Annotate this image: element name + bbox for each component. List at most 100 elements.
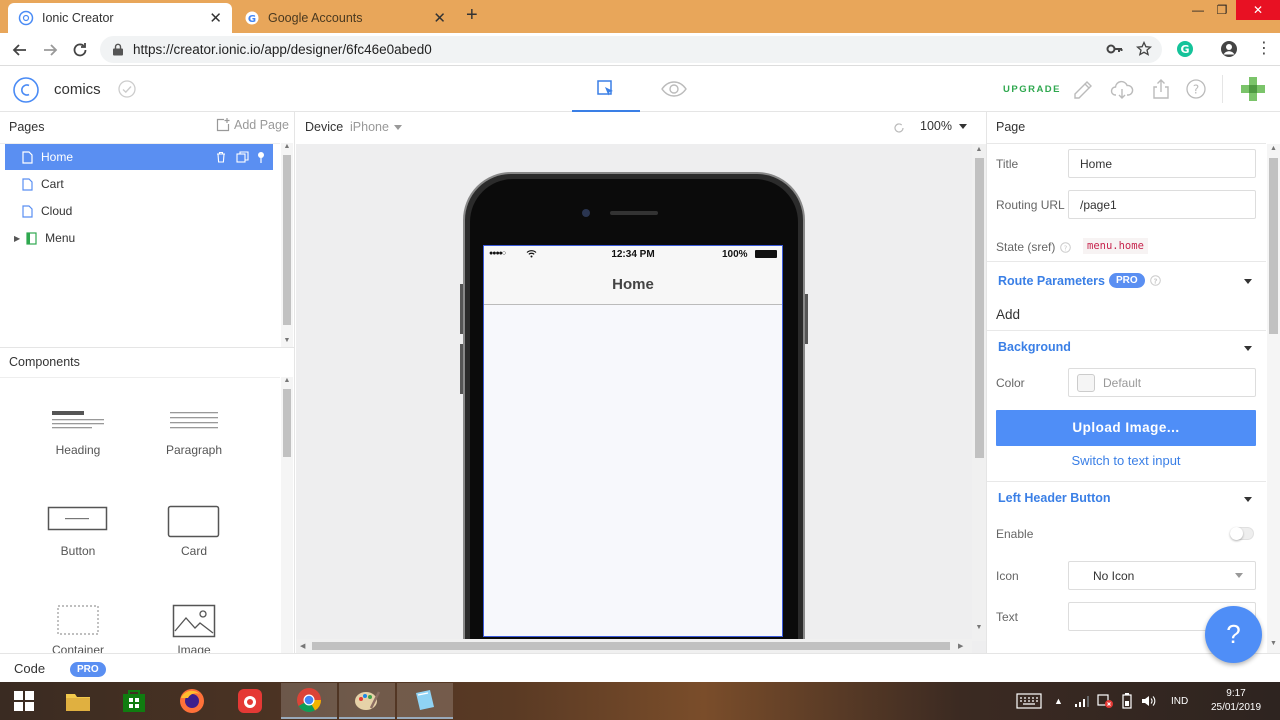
scroll-down-icon[interactable]: ▼: [972, 624, 986, 631]
volume-icon[interactable]: [1141, 682, 1157, 720]
code-tab[interactable]: Code: [14, 661, 45, 676]
canvas-hscrollbar[interactable]: ◀ ▶: [296, 639, 972, 653]
pages-scrollbar[interactable]: ▲ ▼: [281, 143, 293, 348]
url-text[interactable]: https://creator.ionic.io/app/designer/6f…: [133, 42, 432, 57]
close-icon[interactable]: ✕: [209, 9, 222, 27]
tray-expand-icon[interactable]: ▲: [1054, 682, 1063, 720]
info-icon[interactable]: ?: [1060, 241, 1072, 253]
scroll-up-icon[interactable]: ▲: [1267, 145, 1280, 152]
chrome-icon[interactable]: [281, 683, 337, 719]
network-signal-icon[interactable]: [1074, 682, 1090, 720]
scroll-up-icon[interactable]: ▲: [281, 143, 293, 150]
canvas-hscroll-thumb[interactable]: [312, 642, 950, 650]
color-swatch[interactable]: [1077, 373, 1095, 392]
pages-scroll-thumb[interactable]: [283, 155, 291, 325]
device-select[interactable]: iPhone: [350, 120, 402, 134]
page-item-cloud[interactable]: Cloud: [5, 198, 273, 224]
chevron-down-icon[interactable]: [1244, 279, 1252, 284]
clock[interactable]: 9:17 25/01/2019: [1205, 682, 1267, 720]
windows-start-icon[interactable]: [0, 683, 48, 719]
color-input[interactable]: Default: [1068, 368, 1256, 397]
component-container[interactable]: Container: [23, 604, 133, 653]
chevron-down-icon[interactable]: [1244, 497, 1252, 502]
properties-scrollbar[interactable]: ▲ ▼: [1267, 144, 1280, 653]
share-upload-icon[interactable]: [1151, 78, 1171, 100]
phone-page-title[interactable]: Home: [484, 276, 782, 293]
left-header-button-header[interactable]: Left Header Button: [998, 491, 1111, 505]
ionic-logo-icon[interactable]: [12, 76, 40, 104]
design-mode-tab[interactable]: [572, 67, 640, 112]
components-scroll-thumb[interactable]: [283, 389, 291, 457]
rotate-icon[interactable]: [893, 122, 905, 134]
cloud-download-icon[interactable]: [1110, 79, 1134, 101]
scroll-up-icon[interactable]: ▲: [972, 146, 986, 153]
user-avatar-icon[interactable]: [1240, 76, 1266, 102]
floating-help-button[interactable]: ?: [1205, 606, 1262, 663]
canvas-vscrollbar[interactable]: ▲ ▼: [972, 144, 986, 641]
forward-icon[interactable]: [40, 40, 60, 60]
info-icon[interactable]: ?: [1149, 275, 1161, 286]
page-item-home[interactable]: Home: [5, 144, 273, 170]
expand-arrow-icon[interactable]: ▶: [14, 234, 20, 243]
component-heading[interactable]: Heading: [23, 408, 133, 457]
title-input[interactable]: Home: [1068, 149, 1256, 178]
restore-button[interactable]: ❐: [1212, 0, 1232, 20]
account-icon[interactable]: [1220, 40, 1238, 58]
minimize-button[interactable]: —: [1188, 0, 1208, 20]
component-button[interactable]: Button: [23, 505, 133, 558]
file-explorer-icon[interactable]: [50, 683, 106, 719]
omnibox[interactable]: https://creator.ionic.io/app/designer/6f…: [100, 36, 1162, 63]
close-window-button[interactable]: ✕: [1236, 0, 1280, 20]
back-icon[interactable]: [10, 40, 30, 60]
scroll-right-icon[interactable]: ▶: [958, 642, 963, 650]
grammarly-icon[interactable]: G: [1176, 40, 1194, 58]
zoom-select[interactable]: 100%: [920, 119, 967, 133]
scroll-down-icon[interactable]: ▼: [1267, 640, 1280, 647]
app-icon[interactable]: [222, 683, 278, 719]
language-indicator[interactable]: IND: [1171, 682, 1188, 720]
star-icon[interactable]: [1136, 41, 1152, 57]
project-name[interactable]: comics: [54, 81, 101, 98]
preview-eye-icon[interactable]: [660, 80, 688, 98]
scroll-up-icon[interactable]: ▲: [281, 377, 293, 384]
scroll-down-icon[interactable]: ▼: [281, 337, 293, 344]
scroll-left-icon[interactable]: ◀: [300, 642, 305, 650]
add-param-button[interactable]: Add: [996, 307, 1020, 322]
upgrade-link[interactable]: UPGRADE: [1003, 84, 1061, 95]
pin-icon[interactable]: [257, 151, 265, 163]
tab-ionic-creator[interactable]: Ionic Creator ✕: [8, 3, 232, 33]
keyboard-icon[interactable]: [1016, 682, 1042, 720]
canvas-vscroll-thumb[interactable]: [975, 158, 984, 458]
notes-icon[interactable]: [397, 683, 453, 719]
help-circle-icon[interactable]: ?: [1186, 79, 1206, 99]
trash-icon[interactable]: [215, 151, 227, 163]
network-error-icon[interactable]: [1097, 682, 1113, 720]
enable-toggle[interactable]: [1230, 527, 1254, 540]
component-image[interactable]: Image: [139, 604, 249, 653]
component-card[interactable]: Card: [139, 505, 249, 558]
firefox-icon[interactable]: [164, 683, 220, 719]
add-page-button[interactable]: Add Page: [216, 118, 289, 132]
key-icon[interactable]: [1106, 42, 1124, 56]
page-item-cart[interactable]: Cart: [5, 171, 273, 197]
phone-screen[interactable]: ●●●●○ 12:34 PM 100% Home: [483, 245, 783, 637]
reload-icon[interactable]: [70, 40, 90, 60]
theme-brush-icon[interactable]: [1072, 79, 1094, 101]
paint-icon[interactable]: [339, 683, 395, 719]
new-tab-button[interactable]: +: [466, 4, 478, 27]
store-icon[interactable]: [106, 683, 162, 719]
background-header[interactable]: Background: [998, 340, 1071, 354]
tab-google-accounts[interactable]: G Google Accounts ✕: [234, 3, 456, 33]
components-scrollbar[interactable]: ▲: [281, 377, 293, 653]
design-canvas[interactable]: ●●●●○ 12:34 PM 100% Home ▲ ▼ ◀ ▶: [296, 144, 986, 655]
component-paragraph[interactable]: Paragraph: [139, 408, 249, 457]
duplicate-icon[interactable]: [236, 151, 249, 163]
chevron-down-icon[interactable]: [1244, 346, 1252, 351]
close-icon[interactable]: ✕: [433, 9, 446, 27]
page-item-menu[interactable]: ▶ Menu: [5, 225, 273, 251]
switch-to-text-link[interactable]: Switch to text input: [996, 453, 1256, 468]
route-parameters-header[interactable]: Route Parameters PRO ?: [998, 273, 1161, 288]
battery-tray-icon[interactable]: [1120, 682, 1134, 720]
icon-select[interactable]: No Icon: [1068, 561, 1256, 590]
properties-scroll-thumb[interactable]: [1269, 158, 1278, 334]
